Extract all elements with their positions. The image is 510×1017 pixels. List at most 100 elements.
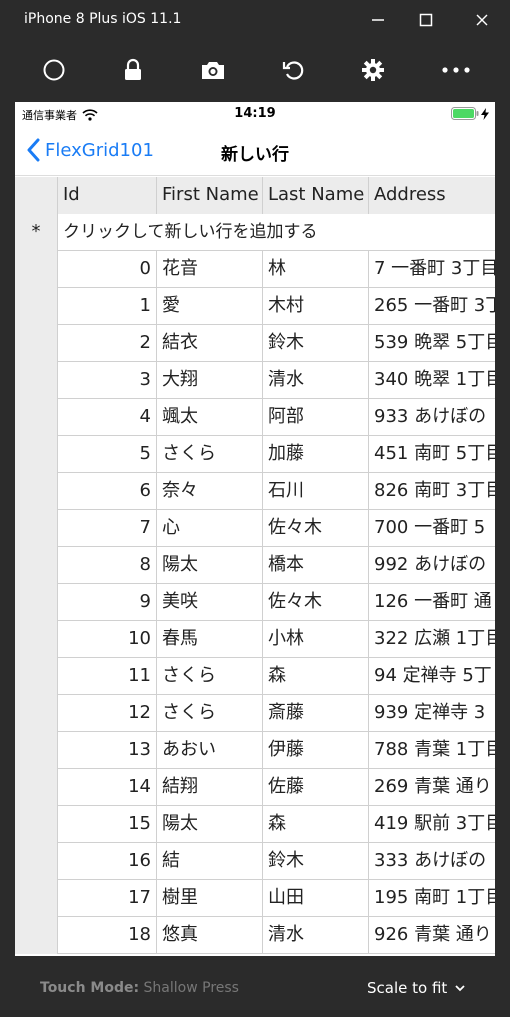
table-row[interactable]: 18 悠真 清水 926 青葉 通り (15, 917, 495, 954)
cell-first-name[interactable]: あおい (157, 732, 263, 769)
column-header-last-name[interactable]: Last Name (263, 177, 369, 214)
table-row[interactable]: 6 奈々 石川 826 南町 3丁目 (15, 473, 495, 510)
cell-id[interactable]: 16 (58, 843, 157, 880)
minimize-button[interactable] (360, 4, 396, 36)
cell-address[interactable]: 826 南町 3丁目 (369, 473, 495, 510)
cell-id[interactable]: 6 (58, 473, 157, 510)
cell-last-name[interactable]: 橋本 (263, 547, 369, 584)
cell-last-name[interactable]: 小林 (263, 621, 369, 658)
cell-id[interactable]: 3 (58, 362, 157, 399)
table-row[interactable]: 1 愛木村 265 一番町 3丁 (15, 288, 495, 325)
table-row[interactable]: 14 結翔 佐藤 269 青葉 通り (15, 769, 495, 806)
cell-id[interactable]: 12 (58, 695, 157, 732)
cell-first-name[interactable]: 結衣 (157, 325, 263, 362)
cell-address[interactable]: 419 駅前 3丁目 (369, 806, 495, 843)
cell-first-name[interactable]: 結 (157, 843, 263, 880)
cell-address[interactable]: 94 定禅寺 5丁 (369, 658, 495, 695)
cell-last-name[interactable]: 森 (263, 806, 369, 843)
table-row[interactable]: 12 さくら 斎藤 939 定禅寺 3 (15, 695, 495, 732)
cell-first-name[interactable]: 心 (157, 510, 263, 547)
cell-address[interactable]: 340 晩翠 1丁目 (369, 362, 495, 399)
cell-id[interactable]: 5 (58, 436, 157, 473)
cell-first-name[interactable]: 樹里 (157, 880, 263, 917)
cell-id[interactable]: 10 (58, 621, 157, 658)
cell-id[interactable]: 13 (58, 732, 157, 769)
cell-address[interactable]: 269 青葉 通り (369, 769, 495, 806)
flex-grid[interactable]: Id First Name Last Name Address * クリックして… (15, 177, 495, 954)
cell-last-name[interactable]: 清水 (263, 362, 369, 399)
cell-first-name[interactable]: 花音 (157, 251, 263, 288)
cell-address[interactable]: 451 南町 5丁目 (369, 436, 495, 473)
cell-id[interactable]: 14 (58, 769, 157, 806)
cell-id[interactable]: 7 (58, 510, 157, 547)
cell-last-name[interactable]: 林 (263, 251, 369, 288)
table-row[interactable]: 5 さくら 加藤 451 南町 5丁目 (15, 436, 495, 473)
cell-last-name[interactable]: 佐々木 (263, 584, 369, 621)
close-button[interactable] (464, 4, 500, 36)
cell-first-name[interactable]: 美咲 (157, 584, 263, 621)
cell-id[interactable]: 9 (58, 584, 157, 621)
column-header-address[interactable]: Address (369, 177, 495, 214)
table-row[interactable]: 15 陽太森 419 駅前 3丁目 (15, 806, 495, 843)
cell-last-name[interactable]: 清水 (263, 917, 369, 954)
cell-address[interactable]: 933 あけぼの (369, 399, 495, 436)
cell-id[interactable]: 8 (58, 547, 157, 584)
cell-last-name[interactable]: 加藤 (263, 436, 369, 473)
cell-first-name[interactable]: さくら (157, 695, 263, 732)
cell-last-name[interactable]: 阿部 (263, 399, 369, 436)
scale-dropdown[interactable]: Scale to fit (367, 979, 465, 997)
cell-address[interactable]: 126 一番町 通り (369, 584, 495, 621)
cell-address[interactable]: 7 一番町 3丁目 (369, 251, 495, 288)
lock-button[interactable] (115, 54, 151, 86)
cell-id[interactable]: 1 (58, 288, 157, 325)
cell-last-name[interactable]: 斎藤 (263, 695, 369, 732)
cell-id[interactable]: 18 (58, 917, 157, 954)
cell-address[interactable]: 333 あけぼの (369, 843, 495, 880)
cell-address[interactable]: 992 あけぼの (369, 547, 495, 584)
cell-last-name[interactable]: 伊藤 (263, 732, 369, 769)
table-row[interactable]: 10 春馬 小林 322 広瀬 1丁目 (15, 621, 495, 658)
cell-address[interactable]: 939 定禅寺 3 (369, 695, 495, 732)
cell-last-name[interactable]: 佐藤 (263, 769, 369, 806)
cell-first-name[interactable]: 大翔 (157, 362, 263, 399)
table-row[interactable]: 3 大翔 清水 340 晩翠 1丁目 (15, 362, 495, 399)
cell-last-name[interactable]: 石川 (263, 473, 369, 510)
home-button[interactable] (36, 54, 72, 86)
cell-last-name[interactable]: 鈴木 (263, 843, 369, 880)
cell-address[interactable]: 788 青葉 1丁目 (369, 732, 495, 769)
table-row[interactable]: 2 結衣 鈴木 539 晩翠 5丁目 (15, 325, 495, 362)
cell-id[interactable]: 15 (58, 806, 157, 843)
rotate-button[interactable] (275, 54, 311, 86)
cell-address[interactable]: 539 晩翠 5丁目 (369, 325, 495, 362)
new-row-prompt[interactable]: クリックして新しい行を追加する (58, 214, 495, 251)
cell-first-name[interactable]: 陽太 (157, 806, 263, 843)
more-button[interactable] (438, 54, 474, 86)
cell-id[interactable]: 11 (58, 658, 157, 695)
cell-last-name[interactable]: 鈴木 (263, 325, 369, 362)
column-header-id[interactable]: Id (58, 177, 157, 214)
maximize-button[interactable] (408, 4, 444, 36)
cell-first-name[interactable]: 奈々 (157, 473, 263, 510)
cell-first-name[interactable]: 悠真 (157, 917, 263, 954)
cell-last-name[interactable]: 山田 (263, 880, 369, 917)
cell-first-name[interactable]: 春馬 (157, 621, 263, 658)
table-row[interactable]: 9美咲佐々木126 一番町 通り (15, 584, 495, 621)
cell-address[interactable]: 265 一番町 3丁 (369, 288, 495, 325)
cell-first-name[interactable]: さくら (157, 658, 263, 695)
table-row[interactable]: 17 樹里 山田 195 南町 1丁目 (15, 880, 495, 917)
cell-first-name[interactable]: 陽太 (157, 547, 263, 584)
table-row[interactable]: 8 陽太 橋本 992 あけぼの (15, 547, 495, 584)
settings-button[interactable] (355, 54, 391, 86)
cell-last-name[interactable]: 佐々木 (263, 510, 369, 547)
table-row[interactable]: 16 結鈴木 333 あけぼの (15, 843, 495, 880)
column-header-first-name[interactable]: First Name (157, 177, 263, 214)
cell-first-name[interactable]: さくら (157, 436, 263, 473)
cell-id[interactable]: 0 (58, 251, 157, 288)
table-row[interactable]: 0 花音林 7 一番町 3丁目 (15, 251, 495, 288)
table-row[interactable]: 7 心佐々木 700 一番町 5 (15, 510, 495, 547)
cell-first-name[interactable]: 結翔 (157, 769, 263, 806)
cell-last-name[interactable]: 森 (263, 658, 369, 695)
cell-id[interactable]: 17 (58, 880, 157, 917)
cell-first-name[interactable]: 颯太 (157, 399, 263, 436)
table-row[interactable]: 13 あおい 伊藤 788 青葉 1丁目 (15, 732, 495, 769)
